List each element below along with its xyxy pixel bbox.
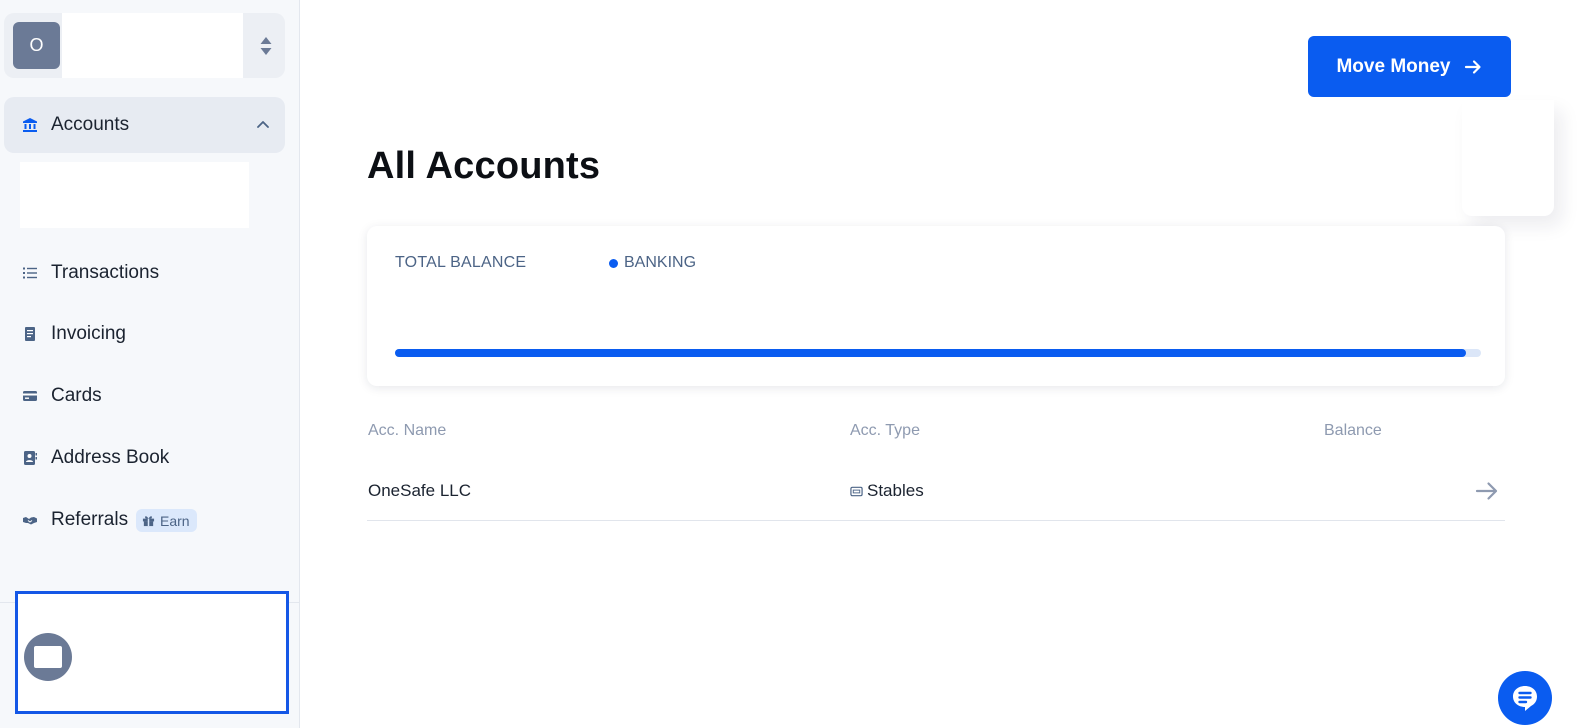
- card-icon: [22, 388, 38, 404]
- account-type: Stables: [850, 481, 924, 501]
- user-profile-area[interactable]: [15, 591, 289, 714]
- sidebar: O Accounts Transactions Invoicing Cards …: [0, 0, 300, 728]
- earn-badge-label: Earn: [160, 512, 190, 529]
- sidebar-item-label: Referrals: [51, 509, 129, 530]
- sidebar-item-label: Invoicing: [51, 323, 126, 344]
- list-icon: [22, 265, 38, 281]
- earn-badge: Earn: [136, 509, 197, 532]
- org-name: [62, 13, 243, 78]
- sidebar-item-label: Accounts: [51, 114, 130, 135]
- handshake-icon: [22, 512, 38, 528]
- avatar-placeholder-icon: [34, 646, 62, 668]
- page-title: All Accounts: [367, 145, 601, 187]
- sidebar-item-invoicing[interactable]: Invoicing: [4, 306, 285, 362]
- column-header-name: Acc. Name: [368, 422, 447, 439]
- balance-bar-banking: [395, 349, 1466, 357]
- arrow-right-icon: [1464, 59, 1481, 74]
- sidebar-item-label: Cards: [51, 385, 102, 406]
- balance-bar-track: [395, 349, 1481, 357]
- column-header-type: Acc. Type: [850, 422, 920, 439]
- sidebar-item-accounts[interactable]: Accounts: [4, 97, 285, 153]
- header-panel-edge: [1462, 100, 1554, 216]
- table-row[interactable]: OneSafe LLC Stables: [367, 462, 1505, 521]
- account-name: OneSafe LLC: [368, 481, 472, 500]
- org-switcher[interactable]: O: [4, 13, 285, 78]
- banking-legend: BANKING: [609, 254, 696, 272]
- chevron-up-icon[interactable]: [255, 117, 271, 133]
- total-balance-label: TOTAL BALANCE: [395, 254, 527, 271]
- sidebar-item-address-book[interactable]: Address Book: [4, 430, 285, 486]
- sidebar-item-label: Transactions: [51, 262, 160, 283]
- legend-dot: [609, 258, 618, 268]
- sidebar-item-transactions[interactable]: Transactions: [4, 245, 285, 301]
- sort-toggle-icon[interactable]: [259, 35, 273, 57]
- banking-legend-label: BANKING: [624, 254, 697, 271]
- stables-icon: [850, 486, 863, 496]
- sidebar-item-label: Address Book: [51, 447, 170, 468]
- sidebar-item-referrals[interactable]: Referrals Earn: [4, 492, 285, 548]
- gift-icon: [142, 516, 155, 527]
- balance-card: TOTAL BALANCE BANKING: [367, 226, 1505, 386]
- org-avatar: O: [13, 22, 60, 69]
- chat-button[interactable]: [1498, 671, 1552, 725]
- arrow-right-icon[interactable]: [1474, 478, 1500, 504]
- contacts-icon: [22, 450, 38, 466]
- chat-icon: [1513, 686, 1537, 711]
- bank-icon: [22, 117, 38, 133]
- column-header-balance: Balance: [1324, 422, 1382, 439]
- move-money-button[interactable]: Move Money: [1308, 36, 1511, 97]
- account-type-label: Stables: [867, 481, 924, 500]
- user-avatar[interactable]: [24, 633, 72, 681]
- invoice-icon: [22, 326, 38, 342]
- sidebar-item-cards[interactable]: Cards: [4, 368, 285, 424]
- move-money-label: Move Money: [1336, 55, 1451, 77]
- accounts-submenu: [20, 162, 249, 228]
- app-root: O Accounts Transactions Invoicing Cards …: [0, 0, 1586, 728]
